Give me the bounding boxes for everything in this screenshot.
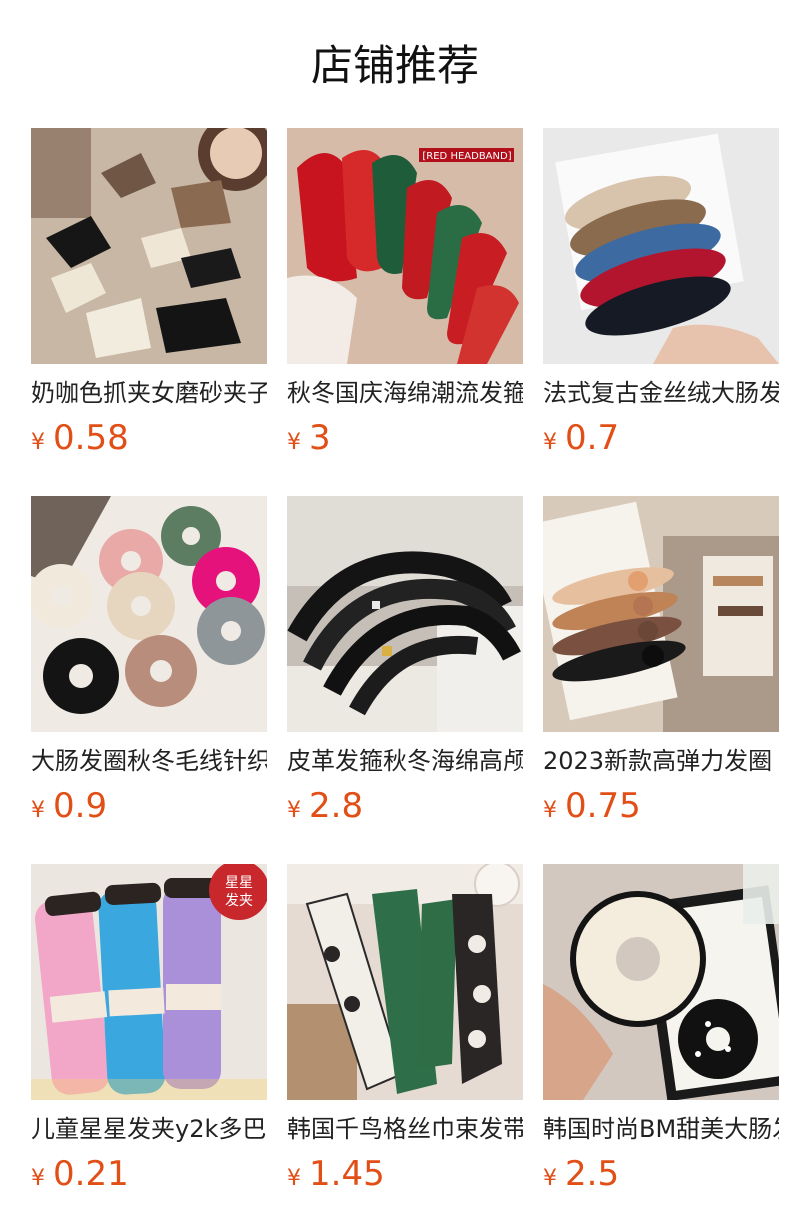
product-card[interactable]: 皮革发箍秋冬海绵高颅顶 ¥2.8 [287, 496, 523, 826]
product-price: ¥2.8 [287, 786, 363, 832]
product-card[interactable]: 奶咖色抓夹女磨砂夹子 ¥0.58 [31, 128, 267, 458]
currency-symbol: ¥ [31, 798, 45, 823]
product-name[interactable]: 皮革发箍秋冬海绵高颅顶 [287, 744, 523, 778]
product-name[interactable]: 韩国时尚BM甜美大肠发圈 [543, 1112, 779, 1146]
price-value: 0.58 [53, 418, 129, 458]
product-image-knit-scrunchies[interactable] [31, 496, 267, 732]
product-name[interactable]: 奶咖色抓夹女磨砂夹子 [31, 376, 267, 410]
currency-symbol: ¥ [31, 1166, 45, 1191]
currency-symbol: ¥ [287, 1166, 301, 1191]
price-value: 2.5 [565, 1154, 620, 1194]
product-price: ¥0.58 [31, 418, 129, 464]
badge-line-2: 发夹 [225, 893, 253, 909]
page-title: 店铺推荐 [310, 41, 479, 90]
product-image-silk-scarf-ribbons[interactable] [287, 864, 523, 1100]
product-card[interactable]: 韩国时尚BM甜美大肠发圈 ¥2.5 [543, 864, 779, 1194]
currency-symbol: ¥ [543, 1166, 557, 1191]
product-card[interactable]: 韩国千鸟格丝巾束发带 ¥1.45 [287, 864, 523, 1194]
price-value: 2.8 [309, 786, 364, 826]
price-value: 0.21 [53, 1154, 129, 1194]
product-price: ¥2.5 [543, 1154, 619, 1200]
price-value: 0.75 [565, 786, 641, 826]
product-name[interactable]: 儿童星星发夹y2k多巴胺 [31, 1112, 267, 1146]
product-price: ¥3 [287, 418, 331, 464]
product-price: ¥0.7 [543, 418, 619, 464]
product-price: ¥1.45 [287, 1154, 385, 1200]
badge-line-1: 星星 [225, 875, 253, 891]
product-name[interactable]: 韩国千鸟格丝巾束发带 [287, 1112, 523, 1146]
product-image-velvet-scrunchie-set[interactable] [543, 128, 779, 364]
product-name[interactable]: 秋冬国庆海绵潮流发箍 [287, 376, 523, 410]
product-card[interactable]: 2023新款高弹力发圈 ¥0.75 [543, 496, 779, 826]
product-card[interactable]: 大肠发圈秋冬毛线针织 ¥0.9 [31, 496, 267, 826]
product-card[interactable]: 星星 发夹 儿童星星发夹y2k多巴胺 ¥0.21 [31, 864, 267, 1194]
product-image-star-clips-tubes[interactable]: 星星 发夹 [31, 864, 267, 1100]
product-image-hair-claw-clips[interactable] [31, 128, 267, 364]
product-image-pearl-scrunchies[interactable] [543, 864, 779, 1100]
currency-symbol: ¥ [543, 430, 557, 455]
currency-symbol: ¥ [543, 798, 557, 823]
product-card[interactable]: 法式复古金丝绒大肠发圈 ¥0.7 [543, 128, 779, 458]
currency-symbol: ¥ [287, 430, 301, 455]
price-value: 3 [309, 418, 331, 458]
product-price: ¥0.9 [31, 786, 107, 832]
product-name[interactable]: 大肠发圈秋冬毛线针织 [31, 744, 267, 778]
price-value: 0.9 [53, 786, 108, 826]
price-value: 0.7 [565, 418, 620, 458]
image-label: [RED HEADBAND] [422, 151, 511, 162]
product-name[interactable]: 法式复古金丝绒大肠发圈 [543, 376, 779, 410]
price-value: 1.45 [309, 1154, 385, 1194]
product-image-black-headbands[interactable] [287, 496, 523, 732]
currency-symbol: ¥ [31, 430, 45, 455]
product-price: ¥0.75 [543, 786, 641, 832]
currency-symbol: ¥ [287, 798, 301, 823]
product-price: ¥0.21 [31, 1154, 129, 1200]
product-image-red-green-headbands[interactable]: [RED HEADBAND] [287, 128, 523, 364]
product-card[interactable]: [RED HEADBAND] 秋冬国庆海绵潮流发箍 ¥3 [287, 128, 523, 458]
product-image-hair-ties-card[interactable] [543, 496, 779, 732]
product-name[interactable]: 2023新款高弹力发圈 [543, 744, 779, 778]
